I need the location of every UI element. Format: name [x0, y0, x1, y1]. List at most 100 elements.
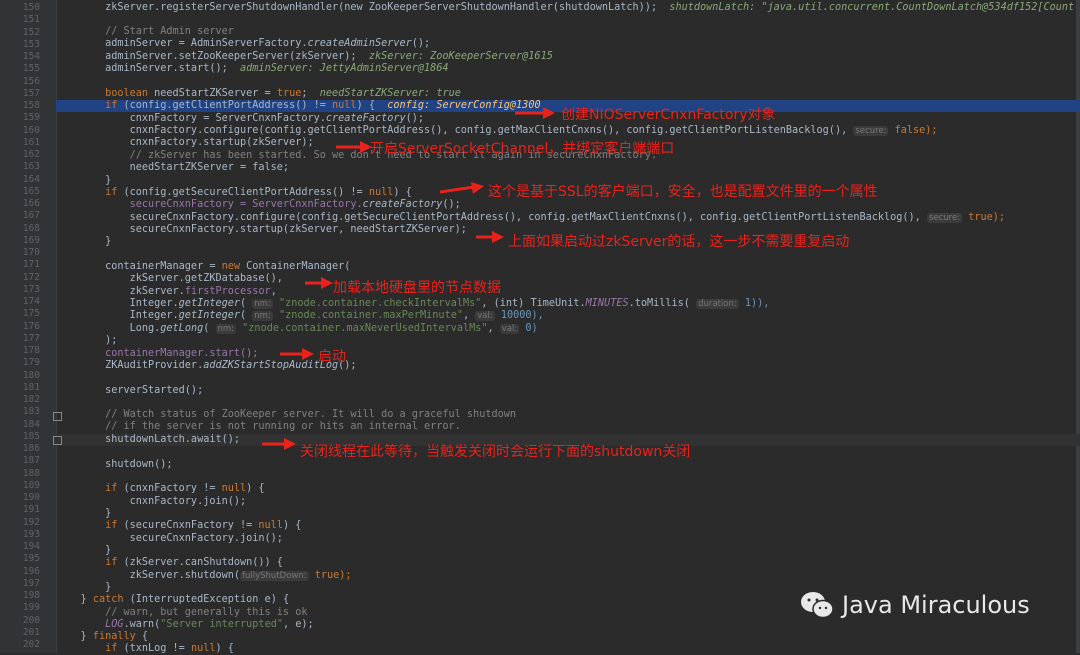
line-number: 160 — [22, 124, 40, 136]
code-line-181[interactable]: serverStarted(); — [56, 385, 1080, 397]
code-line-179[interactable]: ZKAuditProvider.addZKStartStopAuditLog()… — [56, 360, 1080, 372]
debug-value-hint: shutdownLatch: "java.util.concurrent.Cou… — [669, 2, 1080, 13]
line-number: 172 — [22, 271, 40, 283]
annotation-text: 上面如果启动过zkServer的话，这一步不需要重复启动 — [508, 234, 850, 250]
param-hint: fullyShutDown: — [240, 571, 309, 581]
code-line-202[interactable]: if (txnLog != null) { — [56, 643, 1080, 655]
red-arrow-icon — [262, 438, 296, 450]
line-number: 150 — [22, 2, 40, 13]
code-line-192[interactable]: if (secureCnxnFactory != null) { — [56, 520, 1080, 532]
line-number: 156 — [22, 75, 40, 87]
code-line-150[interactable]: zkServer.registerServerShutdownHandler(n… — [56, 2, 1080, 14]
line-number: 165 — [22, 185, 40, 197]
code-line-176[interactable]: Long.getLong( nm: "znode.container.maxNe… — [56, 323, 1080, 335]
code-line-196[interactable]: zkServer.shutdown(fullyShutDown: true); — [56, 570, 1080, 582]
line-number: 188 — [22, 467, 40, 479]
line-number: 179 — [22, 357, 40, 369]
line-number: 157 — [22, 87, 40, 99]
fold-marker-icon[interactable] — [53, 412, 62, 421]
code-line-172[interactable]: zkServer.getZKDatabase(), — [56, 273, 1080, 285]
line-number: 190 — [22, 492, 40, 503]
annotation-text: 启动 — [318, 349, 346, 365]
line-number: 170 — [22, 247, 40, 258]
code-line-195[interactable]: if (zkServer.canShutdown()) { — [56, 557, 1080, 569]
red-arrow-icon — [440, 182, 484, 194]
line-number: 182 — [22, 394, 40, 405]
code-line-175[interactable]: Integer.getInteger( nm: "znode.container… — [56, 310, 1080, 322]
param-hint: nm: — [252, 311, 273, 321]
code-line-160[interactable]: cnxnFactory.configure(config.getClientPo… — [56, 125, 1080, 137]
code-line-174[interactable]: Integer.getInteger( nm: "znode.container… — [56, 298, 1080, 310]
watermark-text: Java Miraculous — [842, 591, 1030, 619]
param-hint: nm: — [252, 299, 273, 309]
annotation-text: 这个是基于SSL的客户端口，安全，也是配置文件里的一个属性 — [488, 184, 878, 200]
code-line-178[interactable]: containerManager.start(); — [56, 348, 1080, 360]
code-line-201[interactable]: } finally { — [56, 631, 1080, 643]
code-editor[interactable]: 150 151 152 153 154 155 156 157 158 159 160 161 162 1… — [0, 0, 1080, 655]
line-number: 191 — [22, 504, 40, 516]
line-number: 176 — [22, 320, 40, 332]
line-number: 201 — [22, 626, 40, 638]
line-number: 195 — [22, 553, 40, 565]
line-number: 185 — [22, 430, 40, 442]
line-number: 163 — [22, 161, 40, 173]
line-number: 187 — [22, 455, 40, 467]
code-line-171[interactable]: containerManager = new ContainerManager( — [56, 261, 1080, 273]
line-number: 167 — [22, 210, 40, 222]
red-arrow-icon — [336, 141, 372, 153]
line-number: 169 — [22, 234, 40, 246]
red-arrow-icon — [280, 348, 314, 360]
code-line-155[interactable]: adminServer.start(); adminServer: JettyA… — [56, 63, 1080, 75]
line-number: 152 — [22, 26, 40, 38]
code-line-183[interactable]: // Watch status of ZooKeeper server. It … — [56, 409, 1080, 421]
annotation-text: 创建NIOServerCnxnFactory对象 — [561, 107, 776, 123]
param-hint: secure: — [926, 213, 963, 223]
code-line-157[interactable]: boolean needStartZKServer = true; needSt… — [56, 88, 1080, 100]
fold-marker-icon[interactable] — [53, 436, 62, 445]
debug-value-hint: needStartZKServer: true — [319, 88, 461, 99]
line-number: 159 — [22, 112, 40, 124]
line-number: 197 — [22, 577, 40, 589]
line-number: 174 — [22, 296, 40, 307]
code-line-190[interactable]: cnxnFactory.join(); — [56, 496, 1080, 508]
code-line-193[interactable]: secureCnxnFactory.join(); — [56, 533, 1080, 545]
line-number: 198 — [22, 590, 40, 601]
line-number: 192 — [22, 516, 40, 528]
line-number: 161 — [22, 136, 40, 148]
code-line-153[interactable]: adminServer = AdminServerFactory.createA… — [56, 38, 1080, 50]
annotation-text: 关闭线程在此等待，当触发关闭时会运行下面的shutdown关闭 — [300, 444, 691, 460]
line-number: 154 — [22, 51, 40, 62]
code-line-189[interactable]: if (cnxnFactory != null) { — [56, 483, 1080, 495]
line-number: 175 — [22, 308, 40, 320]
line-number: 193 — [22, 528, 40, 540]
line-number: 177 — [22, 332, 40, 344]
line-number: 202 — [22, 639, 40, 650]
line-number: 162 — [22, 149, 40, 160]
line-number: 173 — [22, 283, 40, 295]
red-arrow-icon — [305, 277, 333, 289]
param-hint: val: — [475, 311, 495, 321]
line-number: 164 — [22, 173, 40, 185]
line-number: 151 — [22, 14, 40, 26]
line-number: 196 — [22, 565, 40, 577]
code-line-194[interactable]: } — [56, 545, 1080, 557]
code-line-152[interactable]: // Start Admin server — [56, 26, 1080, 38]
watermark: Java Miraculous — [800, 590, 1030, 620]
line-number: 194 — [22, 541, 40, 552]
code-line-173[interactable]: zkServer.firstProcessor, — [56, 286, 1080, 298]
debug-value-hint: zkServer: ZooKeeperServer@1615 — [368, 51, 553, 62]
line-number: 184 — [22, 418, 40, 430]
code-line-177[interactable]: ); — [56, 335, 1080, 347]
line-number: 153 — [22, 38, 40, 50]
code-line-163[interactable]: needStartZKServer = false; — [56, 162, 1080, 174]
code-line-167[interactable]: secureCnxnFactory.configure(config.getSe… — [56, 212, 1080, 224]
line-number: 180 — [22, 369, 40, 381]
line-number: 186 — [22, 443, 40, 454]
wechat-icon — [801, 592, 834, 619]
code-line-200[interactable]: LOG.warn("Server interrupted", e); — [56, 619, 1080, 631]
line-number: 171 — [22, 259, 40, 271]
param-hint: val: — [499, 324, 520, 334]
code-line-184[interactable]: // if the server is not running or hits … — [56, 421, 1080, 433]
code-line-154[interactable]: adminServer.setZooKeeperServer(zkServer)… — [56, 51, 1080, 63]
code-line-191[interactable]: } — [56, 508, 1080, 520]
